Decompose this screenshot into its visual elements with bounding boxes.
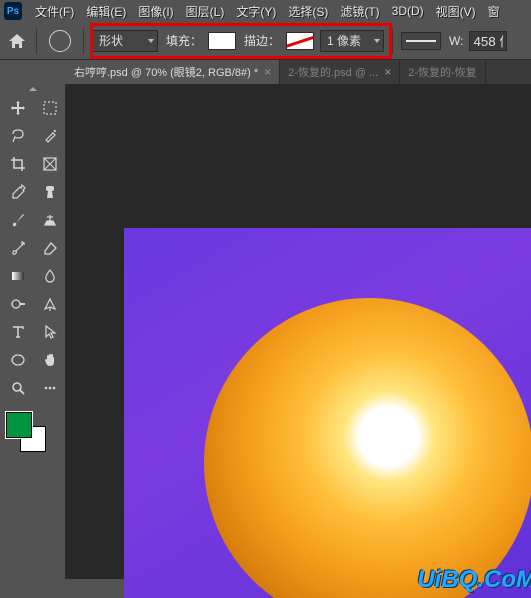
menu-select[interactable]: 选择(S) — [285, 1, 331, 22]
tool-panel — [0, 84, 66, 579]
workspace: UiBQ.CoM — [0, 84, 531, 579]
clone-stamp-tool-icon[interactable] — [36, 208, 64, 232]
tab-label: 2-恢复的.psd @ ... — [288, 64, 378, 80]
chevron-down-icon — [148, 39, 154, 43]
marquee-tool-icon[interactable] — [36, 96, 64, 120]
menu-view[interactable]: 视图(V) — [433, 1, 479, 22]
close-icon[interactable]: × — [264, 65, 271, 79]
divider — [83, 28, 84, 54]
shape-mode-label: 形状 — [99, 32, 123, 49]
edit-toolbar-icon[interactable] — [36, 376, 64, 400]
menu-file[interactable]: 文件(F) — [32, 1, 77, 22]
tab-inactive[interactable]: 2-恢复的-恢复 — [400, 60, 485, 84]
hand-tool-icon[interactable] — [36, 348, 64, 372]
menu-3d[interactable]: 3D(D) — [389, 2, 427, 20]
width-input[interactable] — [469, 31, 507, 51]
chevron-down-icon — [374, 39, 380, 43]
foreground-color-swatch[interactable] — [6, 412, 32, 438]
document-canvas[interactable]: UiBQ.CoM — [124, 228, 531, 598]
eyedropper-tool-icon[interactable] — [4, 180, 32, 204]
fill-label: 填充： — [166, 32, 202, 49]
history-brush-tool-icon[interactable] — [4, 236, 32, 260]
divider — [392, 28, 393, 54]
canvas-area[interactable]: UiBQ.CoM — [66, 84, 531, 579]
lasso-tool-icon[interactable] — [4, 124, 32, 148]
healing-brush-tool-icon[interactable] — [36, 180, 64, 204]
tab-label: 右哼哼.psd @ 70% (眼镜2, RGB/8#) * — [74, 64, 258, 80]
move-tool-icon[interactable] — [4, 96, 32, 120]
menu-type[interactable]: 文字(Y) — [233, 1, 279, 22]
menu-image[interactable]: 图像(I) — [135, 1, 176, 22]
gradient-tool-icon[interactable] — [4, 264, 32, 288]
path-selection-tool-icon[interactable] — [36, 320, 64, 344]
stroke-width-input[interactable]: 1 像素 — [320, 30, 384, 52]
solid-line-icon — [406, 40, 436, 42]
brush-tool-icon[interactable] — [4, 208, 32, 232]
type-tool-icon[interactable] — [4, 320, 32, 344]
stroke-swatch[interactable] — [286, 32, 314, 50]
app-icon: Ps — [4, 2, 22, 20]
collapse-icon[interactable] — [0, 84, 65, 94]
menubar: Ps 文件(F) 编辑(E) 图像(I) 图层(L) 文字(Y) 选择(S) 滤… — [0, 0, 531, 22]
stroke-label: 描边： — [244, 32, 280, 49]
zoom-tool-icon[interactable] — [4, 376, 32, 400]
fill-swatch[interactable] — [208, 32, 236, 50]
tab-label: 2-恢复的-恢复 — [408, 64, 476, 80]
menu-window[interactable]: 窗 — [485, 1, 503, 22]
close-icon[interactable]: × — [384, 65, 391, 79]
menu-filter[interactable]: 滤镜(T) — [337, 1, 382, 22]
artwork-sphere — [204, 298, 531, 598]
crop-tool-icon[interactable] — [4, 152, 32, 176]
ellipse-shape-tool-icon[interactable] — [4, 348, 32, 372]
options-bar: 形状 填充： 描边： 1 像素 W: — [0, 22, 531, 60]
menu-layer[interactable]: 图层(L) — [183, 1, 228, 22]
dodge-tool-icon[interactable] — [4, 292, 32, 316]
eraser-tool-icon[interactable] — [36, 236, 64, 260]
magic-wand-tool-icon[interactable] — [36, 124, 64, 148]
stroke-style-dropdown[interactable] — [401, 32, 441, 50]
divider — [36, 28, 37, 54]
watermark: UiBQ.CoM — [417, 566, 531, 594]
menu-edit[interactable]: 编辑(E) — [83, 1, 129, 22]
document-tabs: 右哼哼.psd @ 70% (眼镜2, RGB/8#) * × 2-恢复的.ps… — [66, 60, 531, 84]
blur-tool-icon[interactable] — [36, 264, 64, 288]
width-label: W: — [449, 34, 463, 48]
tab-active[interactable]: 右哼哼.psd @ 70% (眼镜2, RGB/8#) * × — [66, 60, 280, 84]
shape-mode-dropdown[interactable]: 形状 — [92, 30, 158, 52]
pen-tool-icon[interactable] — [36, 292, 64, 316]
tab-inactive[interactable]: 2-恢复的.psd @ ... × — [280, 60, 400, 84]
frame-tool-icon[interactable] — [36, 152, 64, 176]
stroke-width-value: 1 像素 — [327, 32, 361, 49]
color-swatches[interactable] — [6, 412, 62, 454]
home-icon[interactable] — [6, 31, 28, 51]
ellipse-tool-icon[interactable] — [49, 30, 71, 52]
